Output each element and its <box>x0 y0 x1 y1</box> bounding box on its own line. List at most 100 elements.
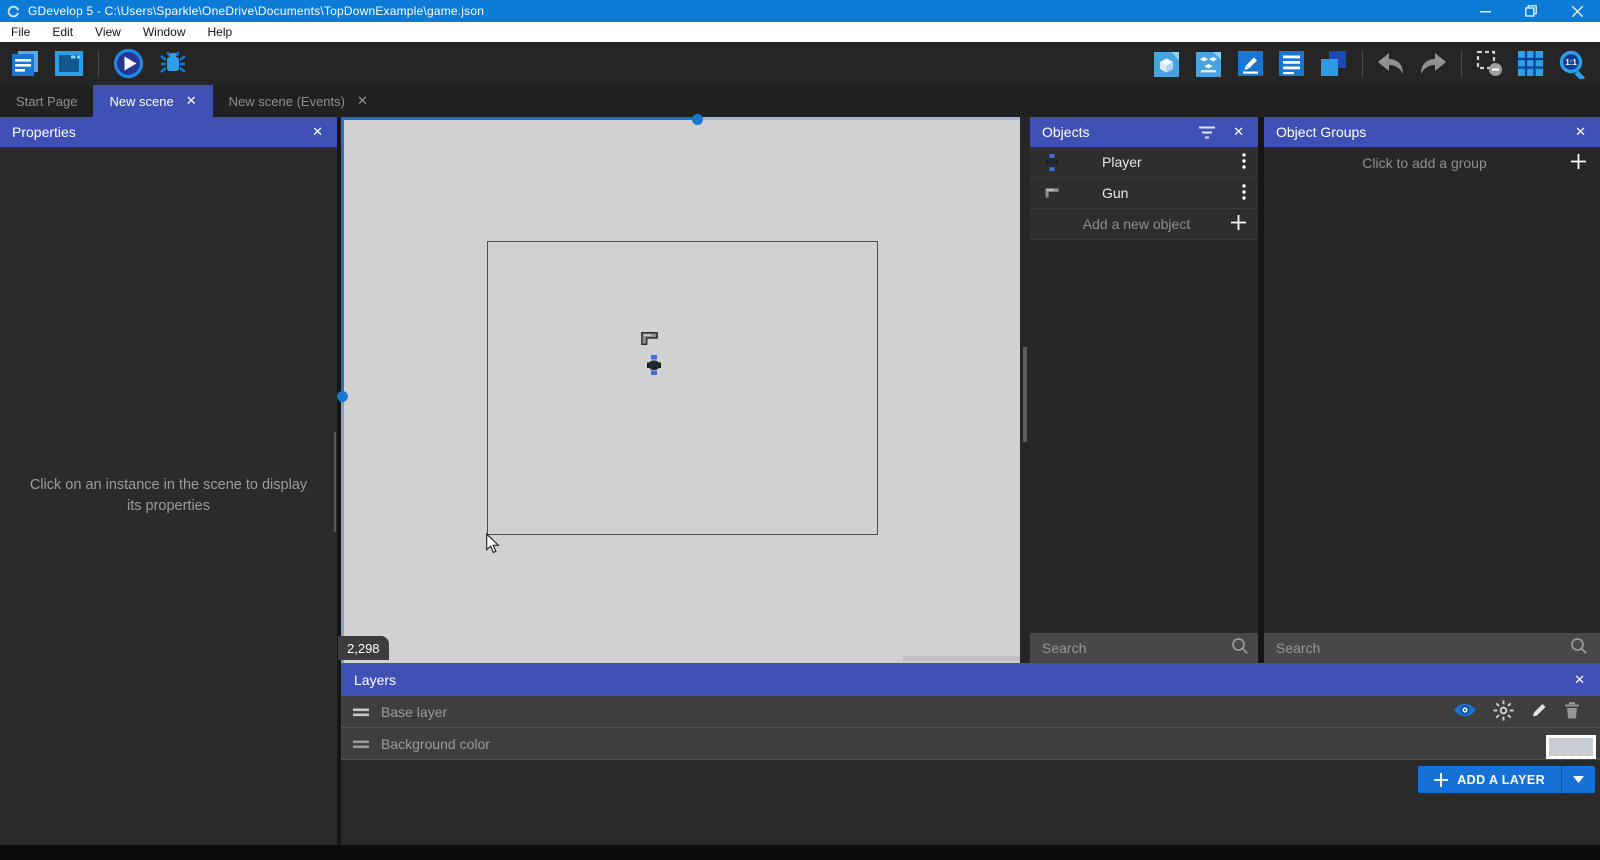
coordinate-badge: 2,298 <box>338 636 389 660</box>
tab-label: Start Page <box>16 93 78 109</box>
canvas-vertical-scrollbar[interactable] <box>1020 117 1030 663</box>
objects-panel-title: Objects <box>1042 124 1090 140</box>
object-name: Gun <box>1102 185 1129 201</box>
add-layer-button[interactable]: ADD A LAYER <box>1418 766 1595 793</box>
toolbar-separator <box>98 49 99 78</box>
undo-icon[interactable] <box>1377 52 1405 76</box>
grid-icon[interactable] <box>1517 50 1544 77</box>
close-icon[interactable]: ✕ <box>310 124 325 140</box>
bottom-strip <box>0 845 1600 860</box>
scene-handle-left[interactable] <box>337 391 348 402</box>
canvas-horizontal-scrollbar[interactable] <box>903 656 1020 661</box>
toolbar: 1:1 <box>0 42 1600 85</box>
layers-panel: Layers ✕ Base layer Background color ADD… <box>341 663 1600 845</box>
menu-view[interactable]: View <box>84 22 132 42</box>
titlebar: GDevelop 5 - C:\Users\Sparkle\OneDrive\D… <box>0 0 1600 22</box>
close-icon[interactable]: ✕ <box>1573 124 1588 140</box>
layers-toggle-icon[interactable] <box>1319 49 1348 78</box>
filter-icon[interactable] <box>1199 126 1216 139</box>
close-icon[interactable]: ✕ <box>1572 672 1587 688</box>
zoom-1-1-icon[interactable]: 1:1 <box>1558 49 1588 79</box>
object-groups-search-row <box>1264 633 1600 663</box>
clear-selection-icon[interactable] <box>1476 50 1503 77</box>
add-group-row[interactable]: Click to add a group <box>1264 147 1600 178</box>
background-color-swatch <box>1549 738 1593 756</box>
add-group-label: Click to add a group <box>1362 154 1487 171</box>
search-icon <box>1231 637 1249 660</box>
search-icon <box>1570 637 1588 660</box>
plus-icon[interactable] <box>1231 215 1246 233</box>
plus-icon <box>1434 772 1449 787</box>
object-groups-panel-header: Object Groups ✕ <box>1264 117 1600 147</box>
object-row-gun[interactable]: Gun <box>1030 178 1258 209</box>
scene-edge-left <box>341 117 344 396</box>
tab-label: New scene <box>109 93 174 109</box>
properties-body: Click on an instance in the scene to dis… <box>0 147 337 845</box>
toolbar-separator <box>1362 49 1363 78</box>
drag-handle-icon[interactable] <box>353 704 369 720</box>
layer-row-base[interactable]: Base layer <box>341 696 1600 728</box>
player-object-icon <box>1042 153 1062 172</box>
add-new-object-row[interactable]: Add a new object <box>1030 209 1258 240</box>
add-layer-dropdown[interactable] <box>1561 766 1595 793</box>
redo-icon[interactable] <box>1419 52 1447 76</box>
objects-panel-toggle-icon[interactable] <box>1153 50 1181 78</box>
properties-empty-message: Click on an instance in the scene to dis… <box>29 476 308 514</box>
object-groups-search-input[interactable] <box>1276 640 1562 656</box>
layer-visibility-icon[interactable] <box>1453 702 1477 721</box>
layer-name: Background color <box>381 735 490 752</box>
scene-handle-top[interactable] <box>692 114 703 125</box>
layer-delete-icon[interactable] <box>1564 701 1580 722</box>
drag-handle-icon[interactable] <box>353 736 369 752</box>
restore-button[interactable] <box>1508 0 1554 22</box>
window-title: GDevelop 5 - C:\Users\Sparkle\OneDrive\D… <box>28 4 485 18</box>
object-menu-icon[interactable] <box>1242 152 1246 172</box>
tab-close-icon[interactable]: ✕ <box>357 93 368 109</box>
properties-toggle-icon[interactable] <box>1237 50 1264 77</box>
scene-canvas[interactable]: 2,298 <box>337 114 1020 663</box>
instances-list-toggle-icon[interactable] <box>1278 50 1305 77</box>
editor-tabbar: Start Page New scene ✕ New scene (Events… <box>0 85 1600 117</box>
project-manager-icon[interactable] <box>10 50 40 77</box>
minimize-button[interactable] <box>1462 0 1508 22</box>
play-preview-icon[interactable] <box>113 48 144 79</box>
tab-start-page[interactable]: Start Page <box>0 85 93 117</box>
object-row-player[interactable]: Player <box>1030 147 1258 178</box>
menu-window[interactable]: Window <box>132 22 197 42</box>
properties-scrollbar[interactable] <box>334 432 336 532</box>
scene-window-icon[interactable] <box>54 50 84 77</box>
layers-panel-title: Layers <box>354 671 397 688</box>
tab-new-scene-events[interactable]: New scene (Events) ✕ <box>213 85 384 117</box>
scene-edge-top-faded <box>697 117 1020 120</box>
menu-edit[interactable]: Edit <box>41 22 84 42</box>
menu-help[interactable]: Help <box>197 22 244 42</box>
chevron-down-icon <box>1573 776 1584 783</box>
menubar: File Edit View Window Help <box>0 22 1600 42</box>
gdevelop-window: GDevelop 5 - C:\Users\Sparkle\OneDrive\D… <box>0 0 1600 860</box>
gun-instance[interactable] <box>640 331 659 351</box>
object-groups-panel-title: Object Groups <box>1276 124 1367 140</box>
objects-search-row <box>1030 633 1258 663</box>
layer-row-background-color[interactable]: Background color <box>341 728 1600 760</box>
object-name: Player <box>1102 154 1142 170</box>
object-groups-panel: Object Groups ✕ Click to add a group <box>1264 117 1600 663</box>
background-color-picker[interactable] <box>1546 735 1596 759</box>
menu-file[interactable]: File <box>0 22 41 42</box>
tab-close-icon[interactable]: ✕ <box>186 93 197 109</box>
close-button[interactable] <box>1554 0 1600 22</box>
debug-icon[interactable] <box>158 49 188 79</box>
gdevelop-logo-icon <box>7 5 20 18</box>
close-icon[interactable]: ✕ <box>1231 124 1246 140</box>
tab-new-scene[interactable]: New scene ✕ <box>93 85 213 117</box>
scrollbar-thumb[interactable] <box>1023 347 1027 442</box>
objects-search-input[interactable] <box>1042 640 1223 656</box>
tab-label: New scene (Events) <box>228 93 345 109</box>
scene-edge-left-faded <box>341 396 344 663</box>
object-groups-toggle-icon[interactable] <box>1195 50 1223 78</box>
plus-icon[interactable] <box>1571 153 1586 172</box>
layer-effects-icon[interactable] <box>1493 699 1514 724</box>
layer-edit-icon[interactable] <box>1530 701 1548 722</box>
object-menu-icon[interactable] <box>1242 183 1246 203</box>
properties-panel-title: Properties <box>12 124 76 140</box>
player-instance[interactable] <box>647 355 661 380</box>
